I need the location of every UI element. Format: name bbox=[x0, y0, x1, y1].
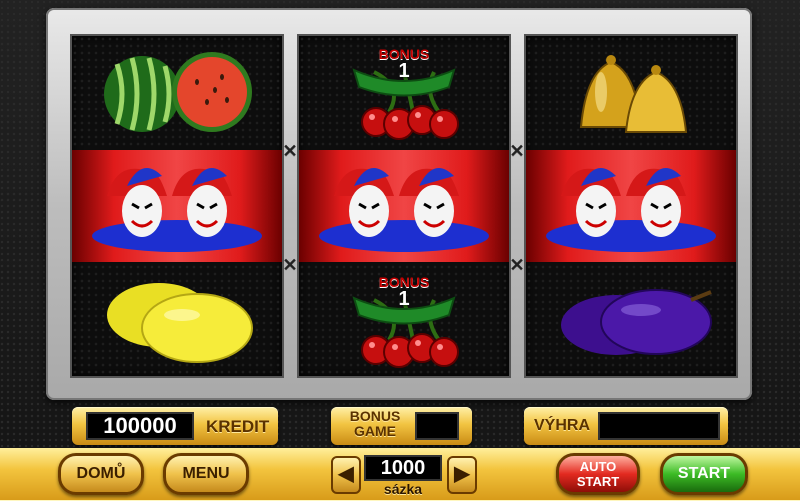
credit-box: 100000 KREDIT bbox=[72, 407, 278, 445]
win-label: VÝHRA bbox=[534, 417, 591, 434]
bet-decrease-button[interactable]: ◀ bbox=[331, 456, 361, 494]
start-button[interactable]: START bbox=[660, 453, 748, 495]
reel-divider-x: ✕ bbox=[509, 255, 525, 275]
credit-label: KREDIT bbox=[206, 417, 270, 436]
bells-icon bbox=[579, 55, 688, 133]
win-box: VÝHRA bbox=[524, 407, 728, 445]
symbol-joker bbox=[299, 150, 509, 262]
symbol-lemon bbox=[72, 264, 282, 376]
bet-value: 1000 bbox=[364, 455, 442, 481]
reel-2: BONUS 1 BONUS 1 bbox=[297, 34, 511, 378]
reel-divider-x: ✕ bbox=[282, 141, 298, 161]
symbol-bonus-cherries: BONUS 1 bbox=[299, 36, 509, 148]
home-button[interactable]: DOMŮ bbox=[58, 453, 144, 495]
autostart-label-line2: START bbox=[576, 474, 620, 489]
reel-3 bbox=[524, 34, 738, 378]
symbol-bells bbox=[526, 36, 736, 148]
bet-increase-button[interactable]: ▶ bbox=[447, 456, 477, 494]
bonus-game-label-line1: BONUS bbox=[349, 408, 401, 424]
bonus-game-value bbox=[415, 412, 459, 440]
reel-divider-x: ✕ bbox=[509, 141, 525, 161]
symbol-joker bbox=[526, 150, 736, 262]
bonus-game-label: BONUS GAME bbox=[345, 409, 405, 439]
symbol-joker bbox=[72, 150, 282, 262]
reel-divider-x: ✕ bbox=[282, 255, 298, 275]
win-value bbox=[598, 412, 720, 440]
autostart-label-line1: AUTO bbox=[579, 459, 617, 474]
reel-1 bbox=[70, 34, 284, 378]
lemon-icon bbox=[107, 283, 253, 363]
symbol-watermelon bbox=[72, 36, 282, 148]
watermelon-icon bbox=[104, 52, 252, 132]
menu-button[interactable]: MENU bbox=[163, 453, 249, 495]
symbol-plum bbox=[526, 264, 736, 376]
plum-icon bbox=[561, 289, 712, 355]
bonus-value: 1 bbox=[398, 288, 410, 310]
joker-icon bbox=[319, 168, 489, 252]
credit-value: 100000 bbox=[86, 412, 194, 440]
bet-label: sázka bbox=[383, 481, 423, 497]
autostart-button[interactable]: AUTO START bbox=[556, 453, 640, 495]
bonus-value: 1 bbox=[398, 60, 410, 82]
symbol-bonus-cherries: BONUS 1 bbox=[299, 264, 509, 376]
bonus-game-box: BONUS GAME bbox=[331, 407, 472, 445]
joker-icon bbox=[92, 168, 262, 252]
joker-icon bbox=[546, 168, 716, 252]
bonus-game-label-line2: GAME bbox=[354, 423, 396, 439]
